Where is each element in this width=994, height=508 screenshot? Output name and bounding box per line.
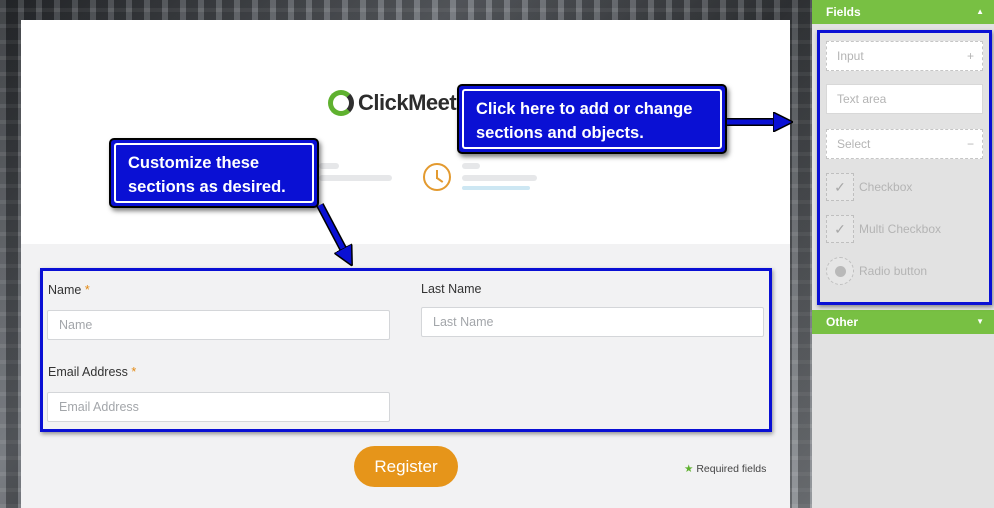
annotation-arrows xyxy=(316,0,994,508)
arrow-icon xyxy=(317,203,348,258)
